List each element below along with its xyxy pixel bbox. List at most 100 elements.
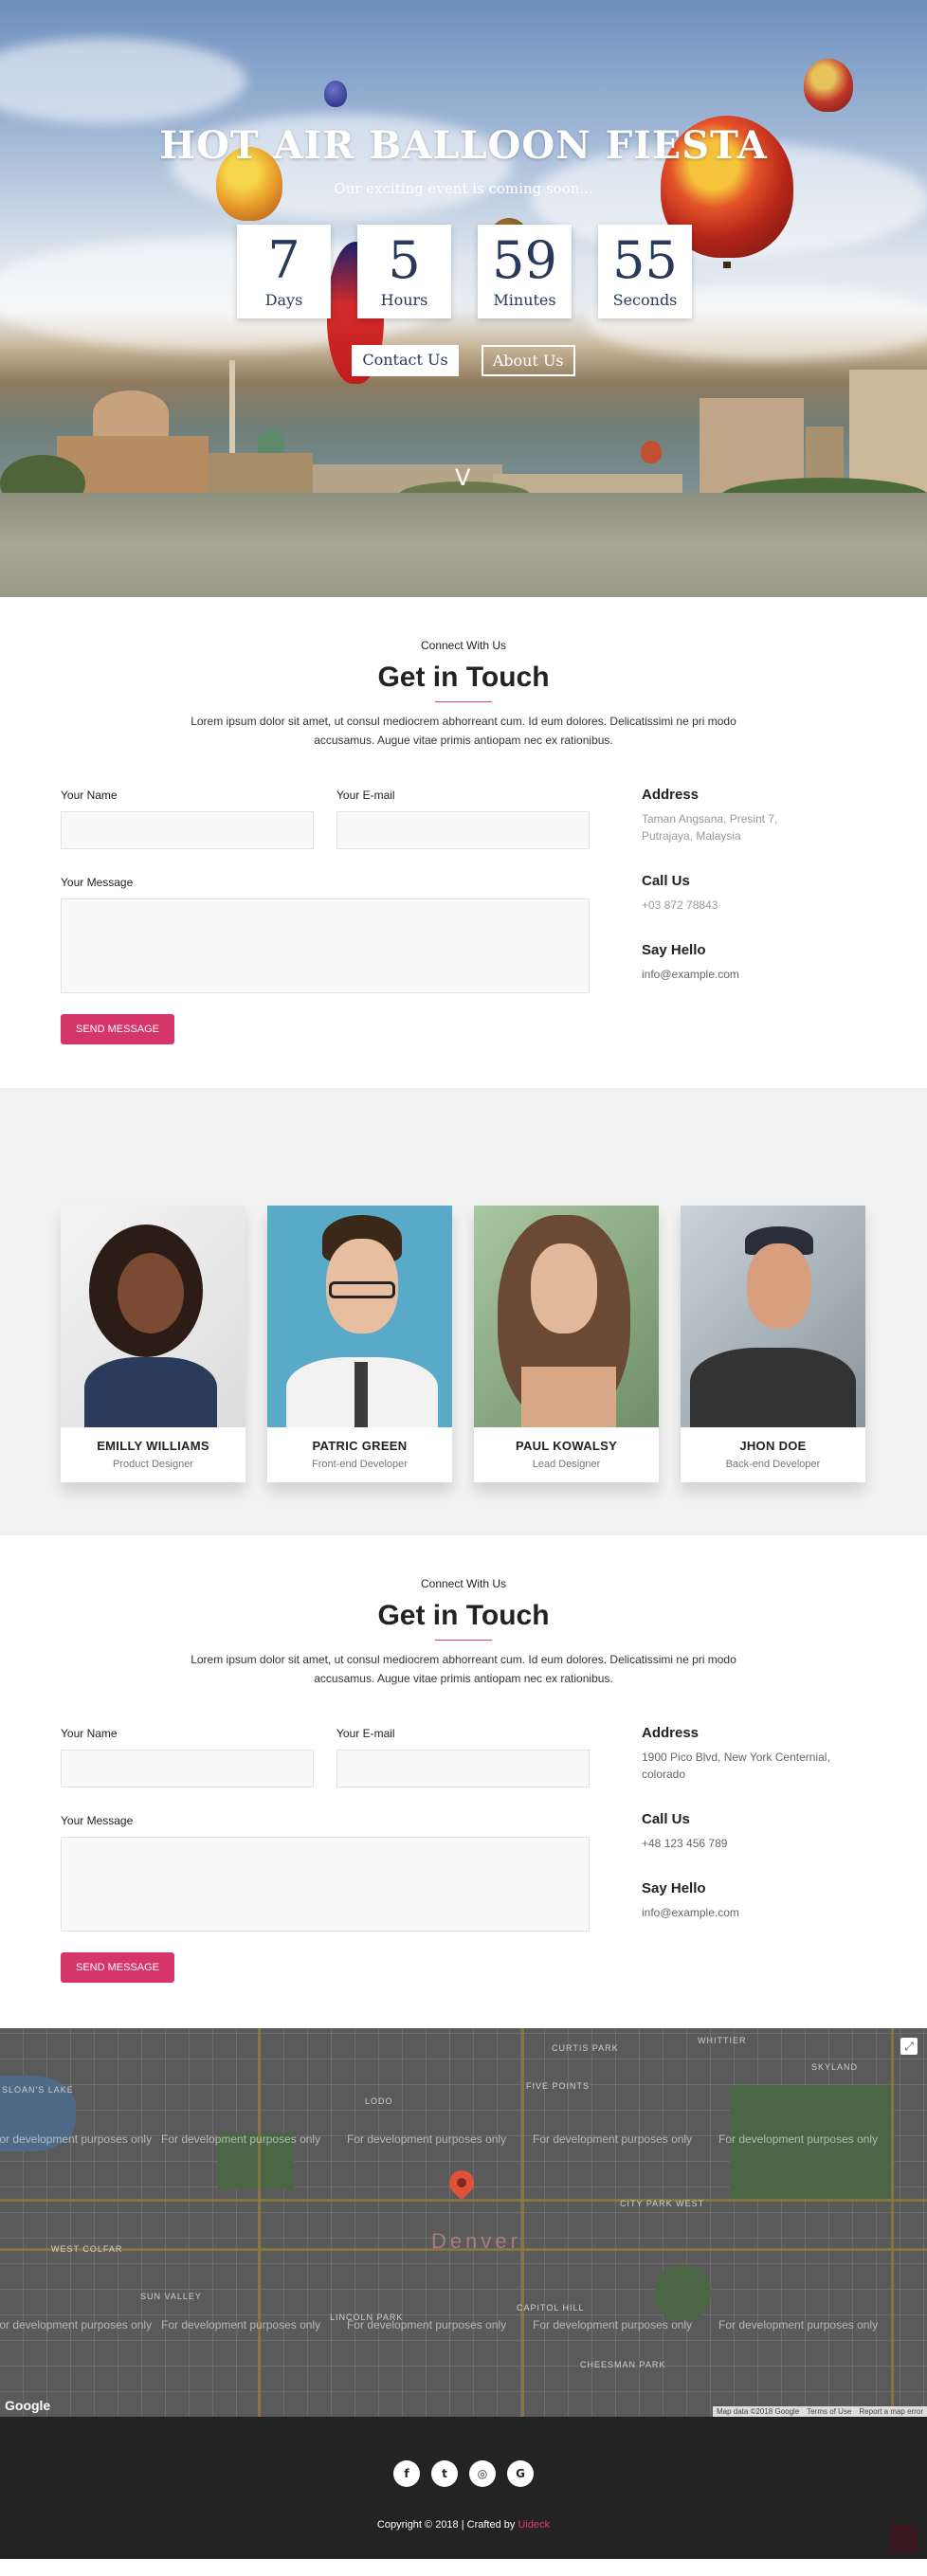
back-to-top-button[interactable]	[889, 2525, 918, 2553]
section-title: Get in Touch	[377, 662, 550, 693]
hello-title: Say Hello	[642, 942, 706, 958]
place-label: SLOAN'S LAKE	[2, 2085, 74, 2095]
copyright-text: Copyright © 2018 | Crafted by	[376, 2519, 518, 2531]
countdown-value: 5	[388, 230, 421, 290]
location-map[interactable]: WHITTIER CURTIS PARK SKYLAND FIVE POINTS…	[0, 2028, 927, 2417]
place-label: FIVE POINTS	[526, 2081, 591, 2091]
cloud	[0, 38, 246, 123]
email-input[interactable]	[336, 1750, 590, 1787]
call-title: Call Us	[642, 873, 690, 889]
brand-link[interactable]: Uideck	[518, 2519, 550, 2531]
name-input[interactable]	[61, 1750, 314, 1787]
send-message-button[interactable]: SEND MESSAGE	[61, 1952, 175, 1983]
social-links: f t ◎ G	[0, 2460, 927, 2487]
map-watermark: For development purposes only	[161, 2132, 321, 2146]
team-photo	[267, 1206, 452, 1427]
name-input[interactable]	[61, 811, 314, 849]
fullscreen-icon[interactable]: ⤢	[900, 2038, 918, 2055]
email-text: info@example.com	[642, 1906, 739, 1919]
message-textarea[interactable]	[61, 1837, 590, 1932]
contact-section: Connect With Us Get in Touch Lorem ipsum…	[0, 597, 927, 1088]
contact-form: Your Name Your E-mail Your Message SEND …	[61, 787, 591, 1044]
map-watermark: For development purposes only	[347, 2318, 507, 2331]
email-text: info@example.com	[642, 968, 739, 981]
lake	[0, 493, 927, 597]
countdown-value: 59	[492, 230, 557, 290]
countdown-days: 7 Days	[237, 225, 331, 318]
address-title: Address	[642, 787, 700, 803]
team-role: Front-end Developer	[312, 1459, 408, 1470]
section-text: Lorem ipsum dolor sit amet, ut consul me…	[191, 715, 736, 747]
road	[891, 2028, 894, 2417]
countdown-value: 55	[612, 230, 678, 290]
countdown-label: Hours	[380, 291, 428, 309]
balloon-basket	[723, 262, 731, 268]
map-marker-icon[interactable]	[444, 2165, 480, 2201]
team-role: Product Designer	[113, 1459, 193, 1470]
map-watermark: For development purposes only	[533, 2318, 693, 2331]
team-card: PATRIC GREEN Front-end Developer	[267, 1206, 452, 1482]
place-label: CURTIS PARK	[552, 2043, 619, 2053]
team-card: EMILLY WILLIAMS Product Designer	[61, 1206, 245, 1482]
team-card: PAUL KOWALSY Lead Designer	[474, 1206, 659, 1482]
name-label: Your Name	[61, 789, 118, 802]
team-name: EMILLY WILLIAMS	[97, 1439, 209, 1453]
address-text: Taman Angsana, Presint 7, Putrajaya, Mal…	[642, 812, 778, 843]
section-title: Get in Touch	[377, 1600, 550, 1631]
countdown-value: 7	[267, 230, 300, 290]
google-plus-icon[interactable]: G	[507, 2460, 534, 2487]
hero-title: HOT AIR BALLOON FIESTA	[159, 123, 768, 168]
team-name: JHON DOE	[739, 1439, 807, 1453]
phone-text: +48 123 456 789	[642, 1837, 728, 1850]
twitter-icon[interactable]: t	[431, 2460, 458, 2487]
address-text: 1900 Pico Blvd, New York Centernial, col…	[642, 1751, 830, 1781]
send-message-button[interactable]: SEND MESSAGE	[61, 1014, 175, 1044]
scroll-down-icon[interactable]: V	[455, 464, 470, 491]
place-label: WHITTIER	[698, 2036, 747, 2045]
hero-subtitle: Our exciting event is coming soon...	[334, 180, 593, 197]
call-title: Call Us	[642, 1811, 690, 1827]
countdown-minutes: 59 Minutes	[478, 225, 572, 318]
footer: f t ◎ G Copyright © 2018 | Crafted by Ui…	[0, 2417, 927, 2559]
section-eyebrow: Connect With Us	[420, 1577, 507, 1590]
countdown-label: Days	[264, 291, 303, 309]
team-name: PAUL KOWALSY	[515, 1439, 618, 1453]
email-input[interactable]	[336, 811, 590, 849]
team-section: EMILLY WILLIAMS Product Designer PATRIC …	[0, 1088, 927, 1535]
map-watermark: For development purposes only	[718, 2318, 879, 2331]
place-label: LODO	[365, 2096, 393, 2106]
contact-form: Your Name Your E-mail Your Message SEND …	[61, 1725, 591, 1983]
place-label: CHEESMAN PARK	[580, 2360, 666, 2369]
map-watermark: For development purposes only	[0, 2318, 153, 2331]
countdown: 7 Days 5 Hours 59 Minutes 55 Seconds	[237, 225, 692, 318]
place-label: SUN VALLEY	[140, 2292, 202, 2301]
section-text: Lorem ipsum dolor sit amet, ut consul me…	[191, 1653, 736, 1685]
team-photo	[474, 1206, 659, 1427]
copyright: Copyright © 2018 | Crafted by Uideck	[0, 2519, 927, 2531]
name-label: Your Name	[61, 1727, 118, 1740]
map-watermark: For development purposes only	[161, 2318, 321, 2331]
road	[258, 2028, 261, 2417]
road	[521, 2028, 524, 2417]
section-eyebrow: Connect With Us	[420, 639, 507, 652]
place-label: SKYLAND	[811, 2062, 859, 2072]
road	[0, 2199, 927, 2202]
message-textarea[interactable]	[61, 898, 590, 993]
team-photo	[681, 1206, 865, 1427]
contact-section-2: Connect With Us Get in Touch Lorem ipsum…	[0, 1535, 927, 2028]
address-title: Address	[642, 1725, 700, 1741]
terms-link[interactable]: Terms of Use	[807, 2407, 851, 2416]
email-label: Your E-mail	[336, 789, 395, 802]
facebook-icon[interactable]: f	[393, 2460, 420, 2487]
map-data-text: Map data ©2018 Google	[716, 2407, 800, 2416]
balloon	[804, 59, 853, 112]
about-us-button[interactable]: About Us	[481, 345, 575, 376]
message-label: Your Message	[61, 1814, 134, 1827]
google-logo: Google	[5, 2398, 51, 2413]
report-error-link[interactable]: Report a map error	[859, 2407, 923, 2416]
contact-info: Address 1900 Pico Blvd, New York Centern…	[642, 1725, 831, 1921]
contact-info: Address Taman Angsana, Presint 7, Putraj…	[642, 787, 831, 983]
countdown-label: Seconds	[612, 291, 678, 309]
contact-us-button[interactable]: Contact Us	[352, 345, 459, 376]
instagram-icon[interactable]: ◎	[469, 2460, 496, 2487]
